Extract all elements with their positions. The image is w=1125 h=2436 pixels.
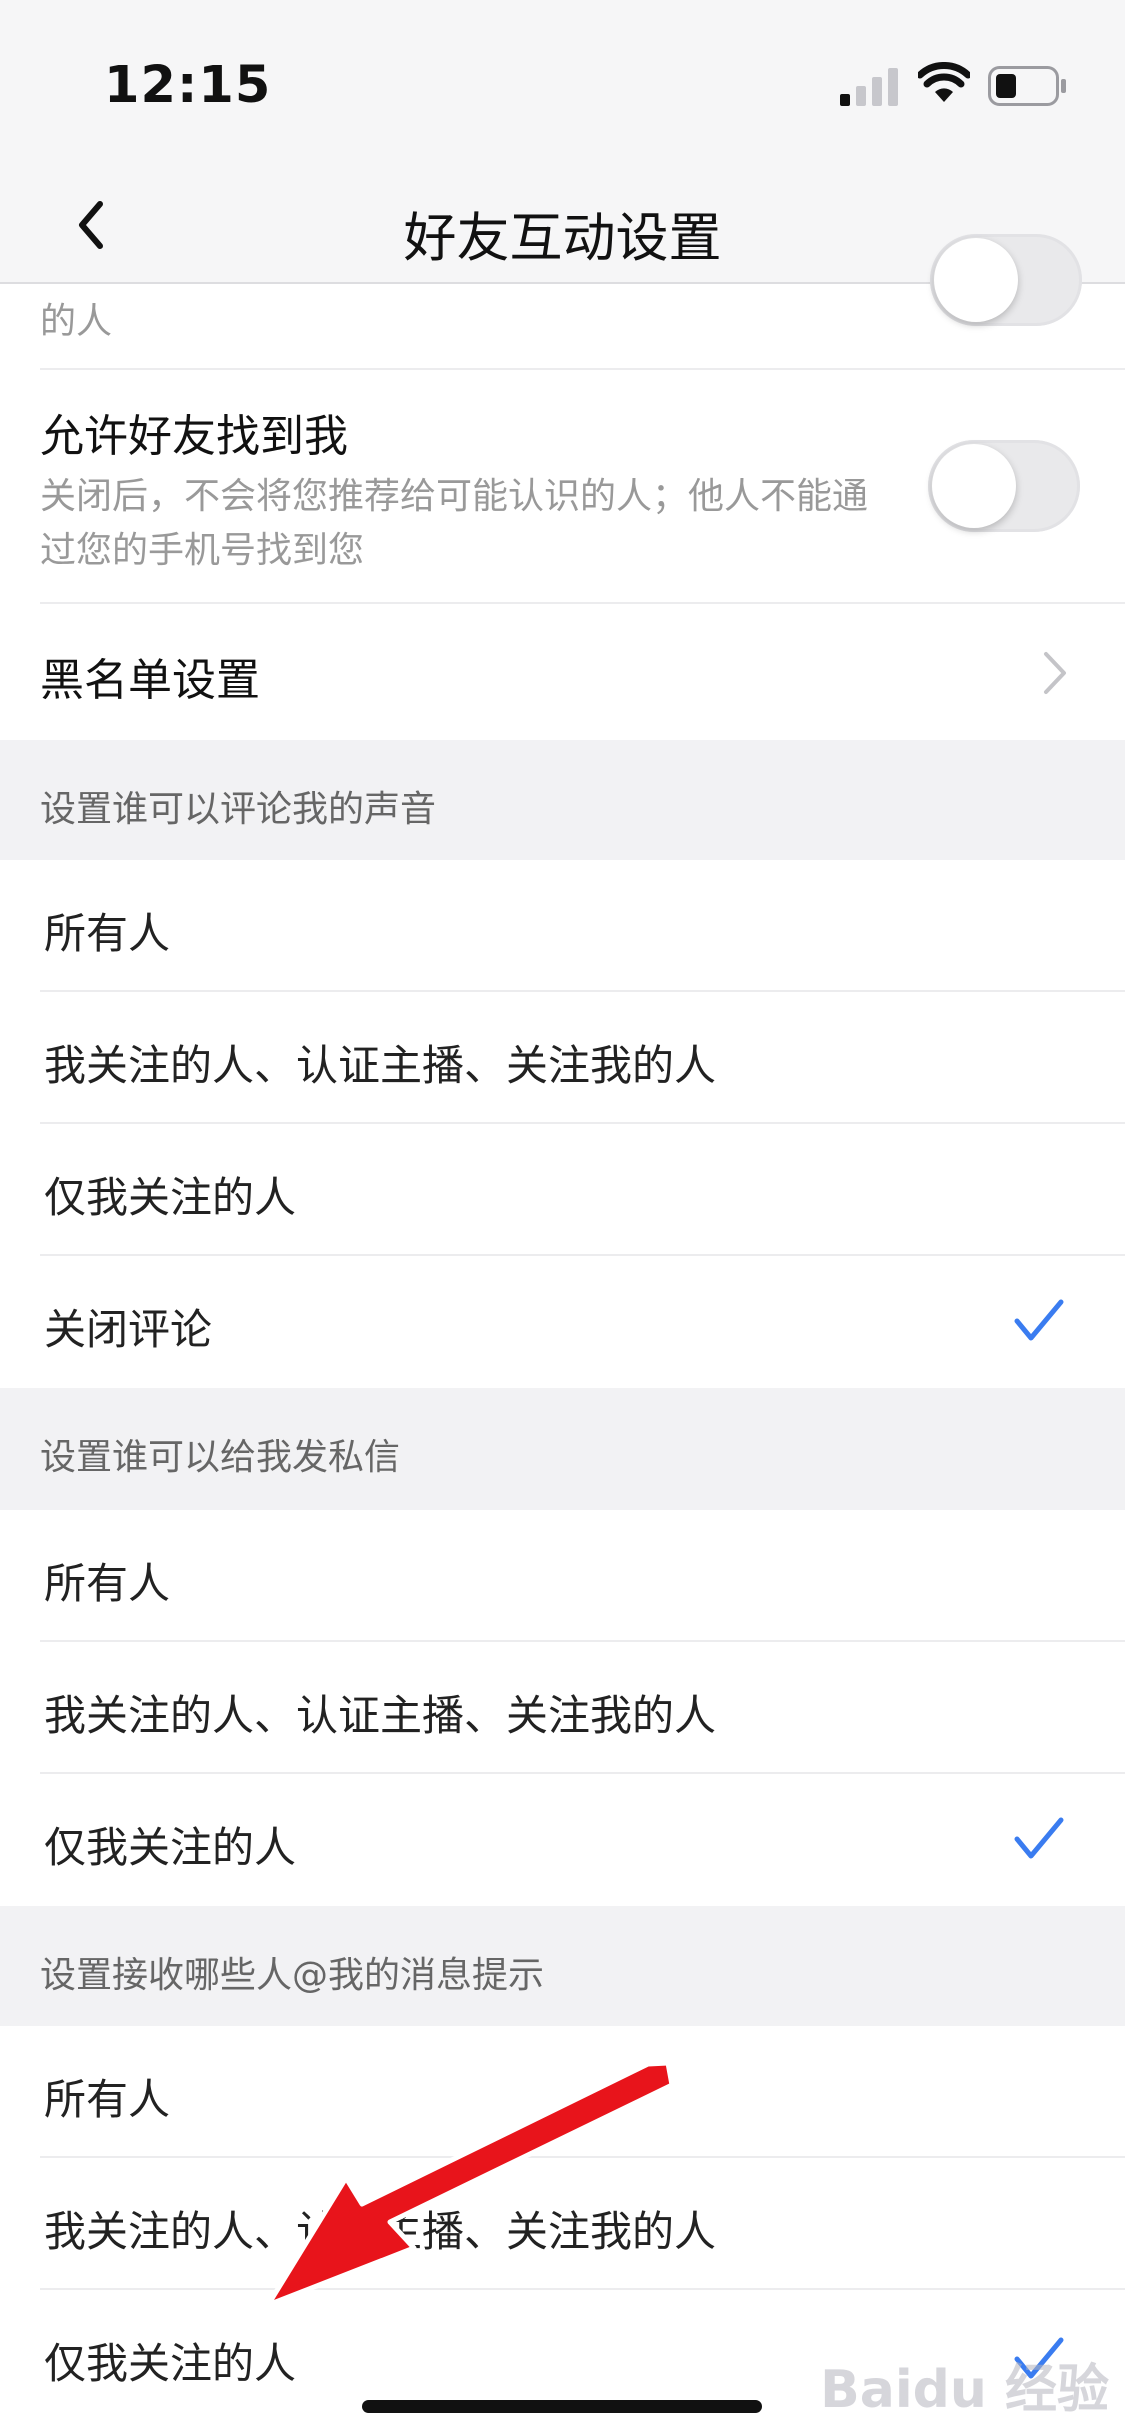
annotation-arrow-icon <box>265 2060 675 2308</box>
home-indicator <box>362 2400 762 2413</box>
watermark-logo: Baidu 经验 <box>820 2360 1109 2420</box>
